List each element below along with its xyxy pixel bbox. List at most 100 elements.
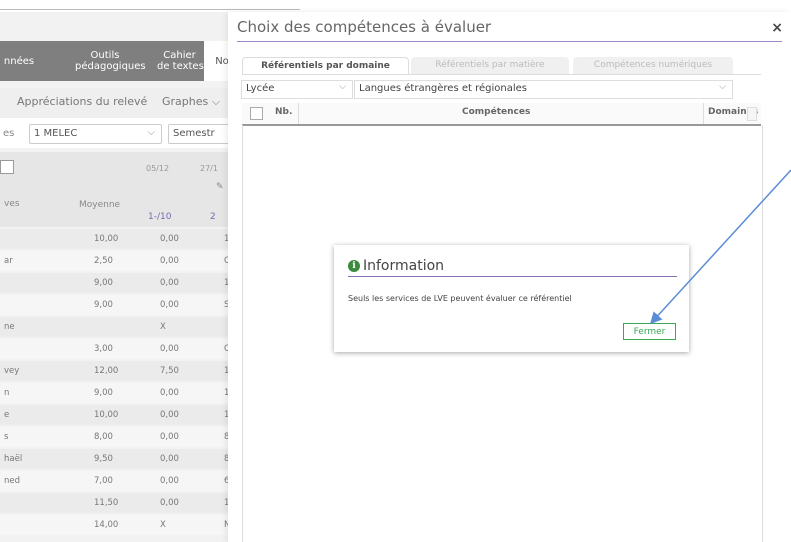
table-row[interactable]: ar 2,50 0,00 C [0,251,240,271]
col-divider [703,103,704,124]
dialog-title-divider [237,41,782,42]
student-name-cell: haël [4,454,23,464]
grid-col-scale-1: 1-/10 [148,212,172,222]
menu-item-cahier-de-textes[interactable]: Cahier de textes [157,41,204,81]
menu-label: nnées [3,55,35,67]
select-all-checkbox[interactable] [250,107,263,120]
average-cell: 10,00 [94,234,119,244]
table-row[interactable]: vey12,007,501C [0,361,240,381]
grade-cell: 0,00 [160,234,179,244]
tab-label: Compétences numériques [593,60,713,70]
main-menu: nnées Outils pédagogiques Cahier de text… [0,41,240,81]
grade-cell: X [160,322,166,332]
popup-title-divider [348,276,677,277]
grade-cell: 7,50 [160,366,179,376]
average-cell: 12,00 [94,366,119,376]
grade-cell: 0,00 [160,410,179,420]
level-select[interactable]: Lycée ⌵ [241,80,353,99]
tab-competences-numeriques[interactable]: Compétences numériques [573,57,733,74]
student-name-cell: n [4,388,10,398]
table-row[interactable]: ned 7,00 0,00 6 [0,471,240,491]
average-cell: 3,00 [94,344,113,354]
menu-label: Cahier de textes [157,50,204,72]
filter-prefix: es [3,128,15,139]
chevron-down-icon: ⌵ [719,82,726,92]
top-bar-divider [0,9,300,10]
menu-item-outils-pedagogiques[interactable]: Outils pédagogiques [75,41,146,81]
table-row[interactable]: 9,00 0,00 S [0,295,240,315]
popup-title: Information [363,258,445,274]
competence-table-header: Nb. Compétences Domaines [242,103,761,126]
menu-label: Outils pédagogiques [75,50,146,72]
average-cell: 9,50 [94,454,113,464]
table-row[interactable]: 3,00 0,00 C [0,339,240,359]
grid-col-scale-2: 2 [210,212,216,222]
submenu-graphes[interactable]: Graphes ⌵ [162,95,220,109]
semester-select-value: Semestr [173,128,215,139]
table-row[interactable]: 9,000,001C [0,273,240,293]
level-select-value: Lycée [246,83,275,94]
table-row[interactable]: n9,000,001C [0,383,240,403]
grade-cell: 0,00 [160,476,179,486]
grade-cell: X [160,520,166,530]
chevron-down-icon: ⌵ [147,127,155,138]
table-row[interactable]: haël 9,50 0,00 8 [0,449,240,469]
average-cell: 2,50 [94,256,113,266]
student-name-cell: vey [4,366,20,376]
student-name-cell: ned [4,476,21,486]
col-competences[interactable]: Compétences [462,107,530,117]
domain-select-value: Langues étrangères et régionales [359,83,527,94]
grid-date-2: 27/1 [200,164,218,173]
table-row[interactable]: ne X [0,317,240,337]
grid-col-student: ves [4,199,20,209]
filter-bar: es 1 MELEC ⌵ Semestr [0,118,250,148]
grid-date-1: 05/12 [146,164,170,173]
student-name-cell: e [4,410,10,420]
popup-message: Seuls les services de LVE peuvent évalue… [348,294,572,303]
menu-item-donnees[interactable]: nnées [0,41,38,81]
table-row[interactable]: s 8,00 0,00 8 [0,427,240,447]
col-divider [298,103,299,124]
table-row[interactable]: 14,00XN [0,515,240,535]
grid-checkbox[interactable] [0,160,14,174]
grade-cell: 0,00 [160,278,179,288]
student-name-cell: ar [4,256,13,266]
average-cell: 7,00 [94,476,113,486]
average-cell: 10,00 [94,410,119,420]
sub-menu: Appréciations du relevé Graphes ⌵ [0,88,240,118]
class-select[interactable]: 1 MELEC ⌵ [29,124,162,144]
tab-label: Référentiels par matière [435,60,545,70]
tab-label: Référentiels par domaine [261,61,390,71]
grade-cell: 0,00 [160,300,179,310]
average-cell: 9,00 [94,388,113,398]
table-row[interactable]: 10,00 0,00 1 [0,229,240,249]
average-cell: 14,00 [94,520,119,530]
submenu-appreciations[interactable]: Appréciations du relevé [17,95,147,108]
domain-select[interactable]: Langues étrangères et régionales ⌵ [354,80,733,99]
tab-referentiels-par-matiere[interactable]: Référentiels par matière [411,57,569,74]
class-select-value: 1 MELEC [34,128,78,139]
col-nb[interactable]: Nb. [275,107,292,117]
average-cell: 8,00 [94,432,113,442]
dialog-title: Choix des compétences à évaluer [237,18,492,36]
grade-cell: 0,00 [160,344,179,354]
tab-divider [242,74,761,75]
grid-col-average: Moyenne [79,200,121,210]
grade-cell: 0,00 [160,432,179,442]
grade-cell: 0,00 [160,388,179,398]
close-icon[interactable]: × [771,20,783,36]
chevron-down-icon: ⌵ [339,82,346,92]
scrollbar-thumb[interactable] [747,107,757,121]
grade-cell: 0,00 [160,256,179,266]
information-popup: i Information Seuls les services de LVE … [334,245,689,352]
tab-referentiels-par-domaine[interactable]: Référentiels par domaine [242,57,409,75]
fermer-button[interactable]: Fermer [623,323,676,340]
average-cell: 11,50 [94,498,119,508]
grade-cell: 0,00 [160,498,179,508]
average-cell: 9,00 [94,300,113,310]
student-name-cell: ne [4,322,15,332]
table-row[interactable]: 11,500,0012 [0,493,240,513]
table-row[interactable]: e10,000,001C [0,405,240,425]
pencil-icon[interactable]: ✎ [216,182,224,192]
average-cell: 9,00 [94,278,113,288]
